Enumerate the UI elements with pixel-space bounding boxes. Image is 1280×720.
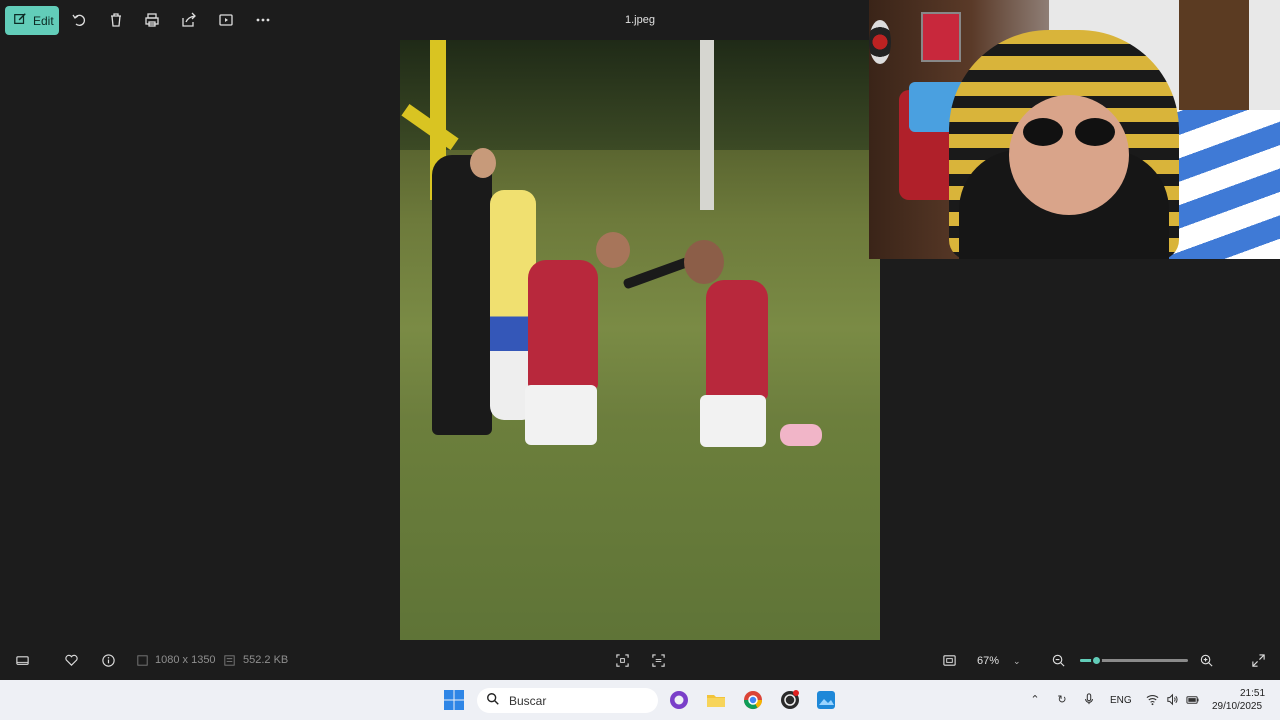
photos-app-icon[interactable] xyxy=(815,689,837,711)
photo-player-left xyxy=(528,260,598,390)
dimensions-icon xyxy=(134,652,150,668)
photo-player-right-head xyxy=(684,240,724,284)
zoom-slider[interactable] xyxy=(1080,655,1188,666)
webcam-overlay xyxy=(869,0,1280,259)
photo-player-left-shorts xyxy=(525,385,597,445)
webcam-sunglasses xyxy=(1019,118,1119,148)
clock-date[interactable]: 29/10/2025 xyxy=(1212,701,1262,712)
language-indicator[interactable]: ENG xyxy=(1110,695,1132,706)
info-bar: 1080 x 1350 552.2 KB 67% ⌄ xyxy=(0,640,1280,680)
webcam-poster xyxy=(921,12,961,62)
windows-start-icon[interactable] xyxy=(443,689,465,711)
photo-referee xyxy=(432,155,492,435)
photo-player-left-head xyxy=(596,232,630,268)
fullscreen-icon[interactable] xyxy=(1250,652,1266,668)
file-size: 552.2 KB xyxy=(243,654,289,666)
visual-search-icon[interactable] xyxy=(650,652,666,668)
obs-icon[interactable] xyxy=(779,689,801,711)
chrome-icon[interactable] xyxy=(742,689,764,711)
copilot-app-icon[interactable] xyxy=(668,689,690,711)
photo-field xyxy=(400,420,880,640)
fit-to-window-icon[interactable] xyxy=(614,652,630,668)
zoom-dropdown[interactable]: 67% ⌄ xyxy=(968,650,1036,672)
photo-player-right-shorts xyxy=(700,395,766,447)
zoom-slider-knob[interactable] xyxy=(1091,655,1103,666)
clock-time[interactable]: 21:51 xyxy=(1240,688,1265,699)
photo-referee-head xyxy=(470,148,496,178)
chevron-up-icon[interactable]: ⌃ xyxy=(1028,692,1042,706)
file-explorer-icon[interactable] xyxy=(705,689,727,711)
main-photo[interactable] xyxy=(400,40,880,640)
volume-icon[interactable] xyxy=(1165,692,1179,706)
image-dimensions: 1080 x 1350 xyxy=(155,654,216,666)
webcam-door xyxy=(1179,0,1249,120)
info-icon[interactable] xyxy=(100,652,116,668)
photo-player-arm xyxy=(622,256,692,290)
favorite-icon[interactable] xyxy=(63,652,79,668)
webcam-dartboard xyxy=(869,20,891,64)
zoom-value: 67% xyxy=(977,655,1000,667)
photo-pole xyxy=(700,40,714,210)
webcam-person-face xyxy=(1009,95,1129,215)
wifi-icon[interactable] xyxy=(1145,692,1159,706)
photo-player-right xyxy=(706,280,768,400)
search-icon xyxy=(486,692,500,709)
microphone-icon[interactable] xyxy=(1082,692,1096,706)
taskbar-search[interactable]: Buscar xyxy=(477,688,658,713)
file-size-icon xyxy=(221,652,237,668)
actual-size-icon[interactable] xyxy=(941,652,957,668)
photo-shoe xyxy=(780,424,822,446)
battery-icon[interactable] xyxy=(1185,692,1199,706)
zoom-out-icon[interactable] xyxy=(1050,652,1066,668)
chevron-down-icon: ⌄ xyxy=(1013,655,1021,666)
photo-trees xyxy=(400,40,880,150)
search-placeholder: Buscar xyxy=(509,693,547,708)
zoom-in-icon[interactable] xyxy=(1198,652,1214,668)
filmstrip-icon[interactable] xyxy=(14,652,30,668)
sync-icon[interactable]: ↻ xyxy=(1055,692,1069,706)
